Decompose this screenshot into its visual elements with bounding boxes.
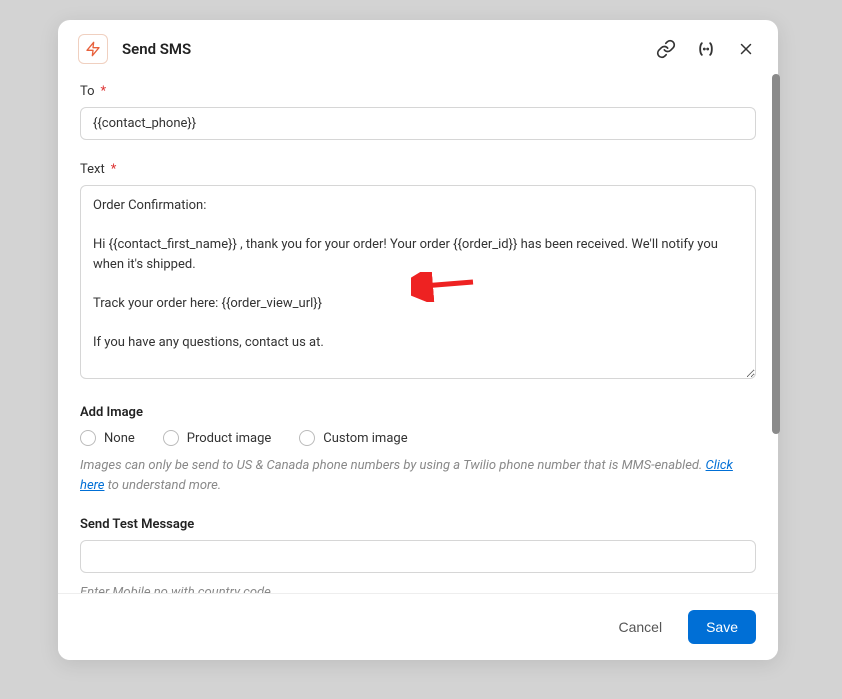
to-input[interactable] [80, 107, 756, 140]
close-icon[interactable] [734, 37, 758, 61]
send-sms-modal: Send SMS To * Text * Add Image [58, 20, 778, 660]
link-icon[interactable] [654, 37, 678, 61]
add-image-radio-group: None Product image Custom image [80, 430, 756, 446]
radio-custom-label: Custom image [323, 431, 407, 446]
save-button[interactable]: Save [688, 610, 756, 644]
add-image-label: Add Image [80, 405, 756, 420]
to-label: To * [80, 84, 756, 99]
send-test-label: Send Test Message [80, 517, 756, 532]
radio-none[interactable]: None [80, 430, 135, 446]
scrollbar-thumb[interactable] [772, 74, 780, 434]
cancel-button[interactable]: Cancel [608, 611, 672, 643]
modal-body: To * Text * Add Image None Product image… [58, 78, 778, 593]
header-actions [654, 37, 758, 61]
radio-none-label: None [104, 431, 135, 446]
modal-header: Send SMS [58, 20, 778, 78]
send-test-hint: Enter Mobile no with country code [80, 583, 756, 593]
send-test-input[interactable] [80, 540, 756, 573]
radio-custom-image[interactable]: Custom image [299, 430, 407, 446]
radio-circle-icon [80, 430, 96, 446]
modal-footer: Cancel Save [58, 593, 778, 660]
text-textarea[interactable] [80, 185, 756, 379]
helper-prefix: Images can only be send to US & Canada p… [80, 458, 706, 473]
text-label: Text * [80, 162, 756, 177]
helper-suffix: to understand more. [104, 478, 221, 493]
modal-title: Send SMS [122, 40, 654, 58]
radio-circle-icon [299, 430, 315, 446]
required-marker: * [101, 84, 107, 99]
add-image-helper: Images can only be send to US & Canada p… [80, 456, 756, 495]
to-label-text: To [80, 84, 95, 99]
radio-circle-icon [163, 430, 179, 446]
variables-icon[interactable] [694, 37, 718, 61]
text-label-text: Text [80, 162, 105, 177]
radio-product-label: Product image [187, 431, 272, 446]
radio-product-image[interactable]: Product image [163, 430, 272, 446]
lightning-icon [78, 34, 108, 64]
required-marker: * [111, 162, 117, 177]
